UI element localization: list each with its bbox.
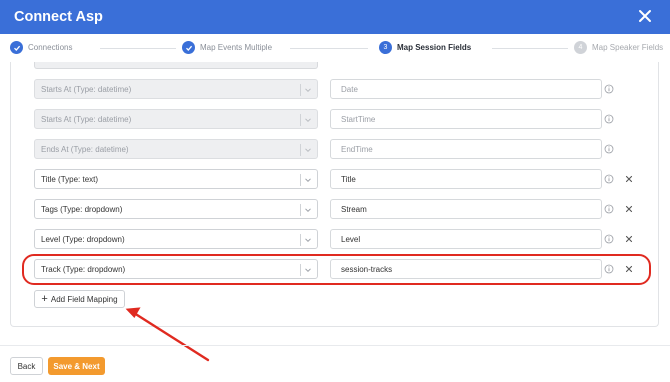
select-separator xyxy=(300,174,301,186)
add-field-mapping-label: Add Field Mapping xyxy=(50,294,118,304)
target-field-input[interactable]: StartTime xyxy=(330,109,602,129)
source-field-select[interactable]: Tags (Type: dropdown) xyxy=(34,199,318,219)
source-field-select: Starts At (Type: datetime) xyxy=(34,109,318,129)
step-divider xyxy=(290,48,368,49)
info-icon[interactable] xyxy=(604,174,614,184)
back-button[interactable]: Back xyxy=(10,357,43,375)
field-mapping-panel xyxy=(10,62,659,327)
scrolled-row-remnant xyxy=(34,62,318,69)
step-divider xyxy=(100,48,176,49)
select-separator xyxy=(300,234,301,246)
modal-header: Connect Asp xyxy=(0,0,670,34)
select-separator xyxy=(300,114,301,126)
add-field-mapping-button[interactable]: + Add Field Mapping xyxy=(34,290,125,308)
source-field-value: Ends At (Type: datetime) xyxy=(41,144,129,154)
step-label: Connections xyxy=(28,43,73,52)
chevron-down-icon xyxy=(305,208,311,213)
step-label: Map Events Multiple xyxy=(200,43,273,52)
select-separator xyxy=(300,84,301,96)
close-icon[interactable] xyxy=(636,7,654,25)
mapping-row: Ends At (Type: datetime) EndTime xyxy=(34,139,644,159)
source-field-value: Starts At (Type: datetime) xyxy=(41,114,132,124)
select-separator xyxy=(300,144,301,156)
chevron-down-icon xyxy=(305,178,311,183)
step-label: Map Session Fields xyxy=(397,43,472,52)
mapping-row: Tags (Type: dropdown) Stream xyxy=(34,199,644,219)
plus-icon: + xyxy=(41,292,48,305)
chevron-down-icon xyxy=(305,88,311,93)
target-field-input[interactable]: EndTime xyxy=(330,139,602,159)
info-icon[interactable] xyxy=(604,234,614,244)
info-icon[interactable] xyxy=(604,204,614,214)
check-icon xyxy=(182,41,195,54)
source-field-select[interactable]: Level (Type: dropdown) xyxy=(34,229,318,249)
mapping-row: Starts At (Type: datetime) Date xyxy=(34,79,644,99)
step-label: Map Speaker Fields xyxy=(592,43,664,52)
step-map-speaker-fields[interactable]: 4 Map Speaker Fields xyxy=(574,41,663,54)
source-field-select[interactable]: Title (Type: text) xyxy=(34,169,318,189)
footer-divider xyxy=(0,345,670,346)
annotation-highlight xyxy=(22,254,651,285)
source-field-select: Ends At (Type: datetime) xyxy=(34,139,318,159)
step-map-session-fields[interactable]: 3 Map Session Fields xyxy=(379,41,471,54)
target-field-input[interactable]: Title xyxy=(330,169,602,189)
step-number: 3 xyxy=(379,41,392,54)
source-field-select: Starts At (Type: datetime) xyxy=(34,79,318,99)
select-separator xyxy=(300,204,301,216)
target-field-input[interactable]: Stream xyxy=(330,199,602,219)
chevron-down-icon xyxy=(305,238,311,243)
source-field-value: Tags (Type: dropdown) xyxy=(41,204,123,214)
info-icon[interactable] xyxy=(604,84,614,94)
remove-x-icon[interactable] xyxy=(624,234,634,244)
chevron-down-icon xyxy=(305,118,311,123)
remove-x-icon[interactable] xyxy=(624,204,634,214)
target-field-input[interactable]: Date xyxy=(330,79,602,99)
wizard-stepper: Connections Map Events Multiple 3 Map Se… xyxy=(0,34,670,62)
target-field-input[interactable]: Level xyxy=(330,229,602,249)
info-icon[interactable] xyxy=(604,144,614,154)
source-field-value: Title (Type: text) xyxy=(41,174,99,184)
mapping-row: Level (Type: dropdown) Level xyxy=(34,229,644,249)
chevron-down-icon xyxy=(305,148,311,153)
mapping-row: Starts At (Type: datetime) StartTime xyxy=(34,109,644,129)
step-divider xyxy=(492,48,568,49)
source-field-value: Starts At (Type: datetime) xyxy=(41,84,132,94)
save-and-next-button[interactable]: Save & Next xyxy=(48,357,105,375)
step-number: 4 xyxy=(574,41,587,54)
info-icon[interactable] xyxy=(604,114,614,124)
modal-title: Connect Asp xyxy=(14,9,103,25)
step-map-events-multiple[interactable]: Map Events Multiple xyxy=(182,41,272,54)
check-icon xyxy=(10,41,23,54)
step-connections[interactable]: Connections xyxy=(10,41,72,54)
mapping-row: Title (Type: text) Title xyxy=(34,169,644,189)
source-field-value: Level (Type: dropdown) xyxy=(41,234,125,244)
remove-x-icon[interactable] xyxy=(624,174,634,184)
